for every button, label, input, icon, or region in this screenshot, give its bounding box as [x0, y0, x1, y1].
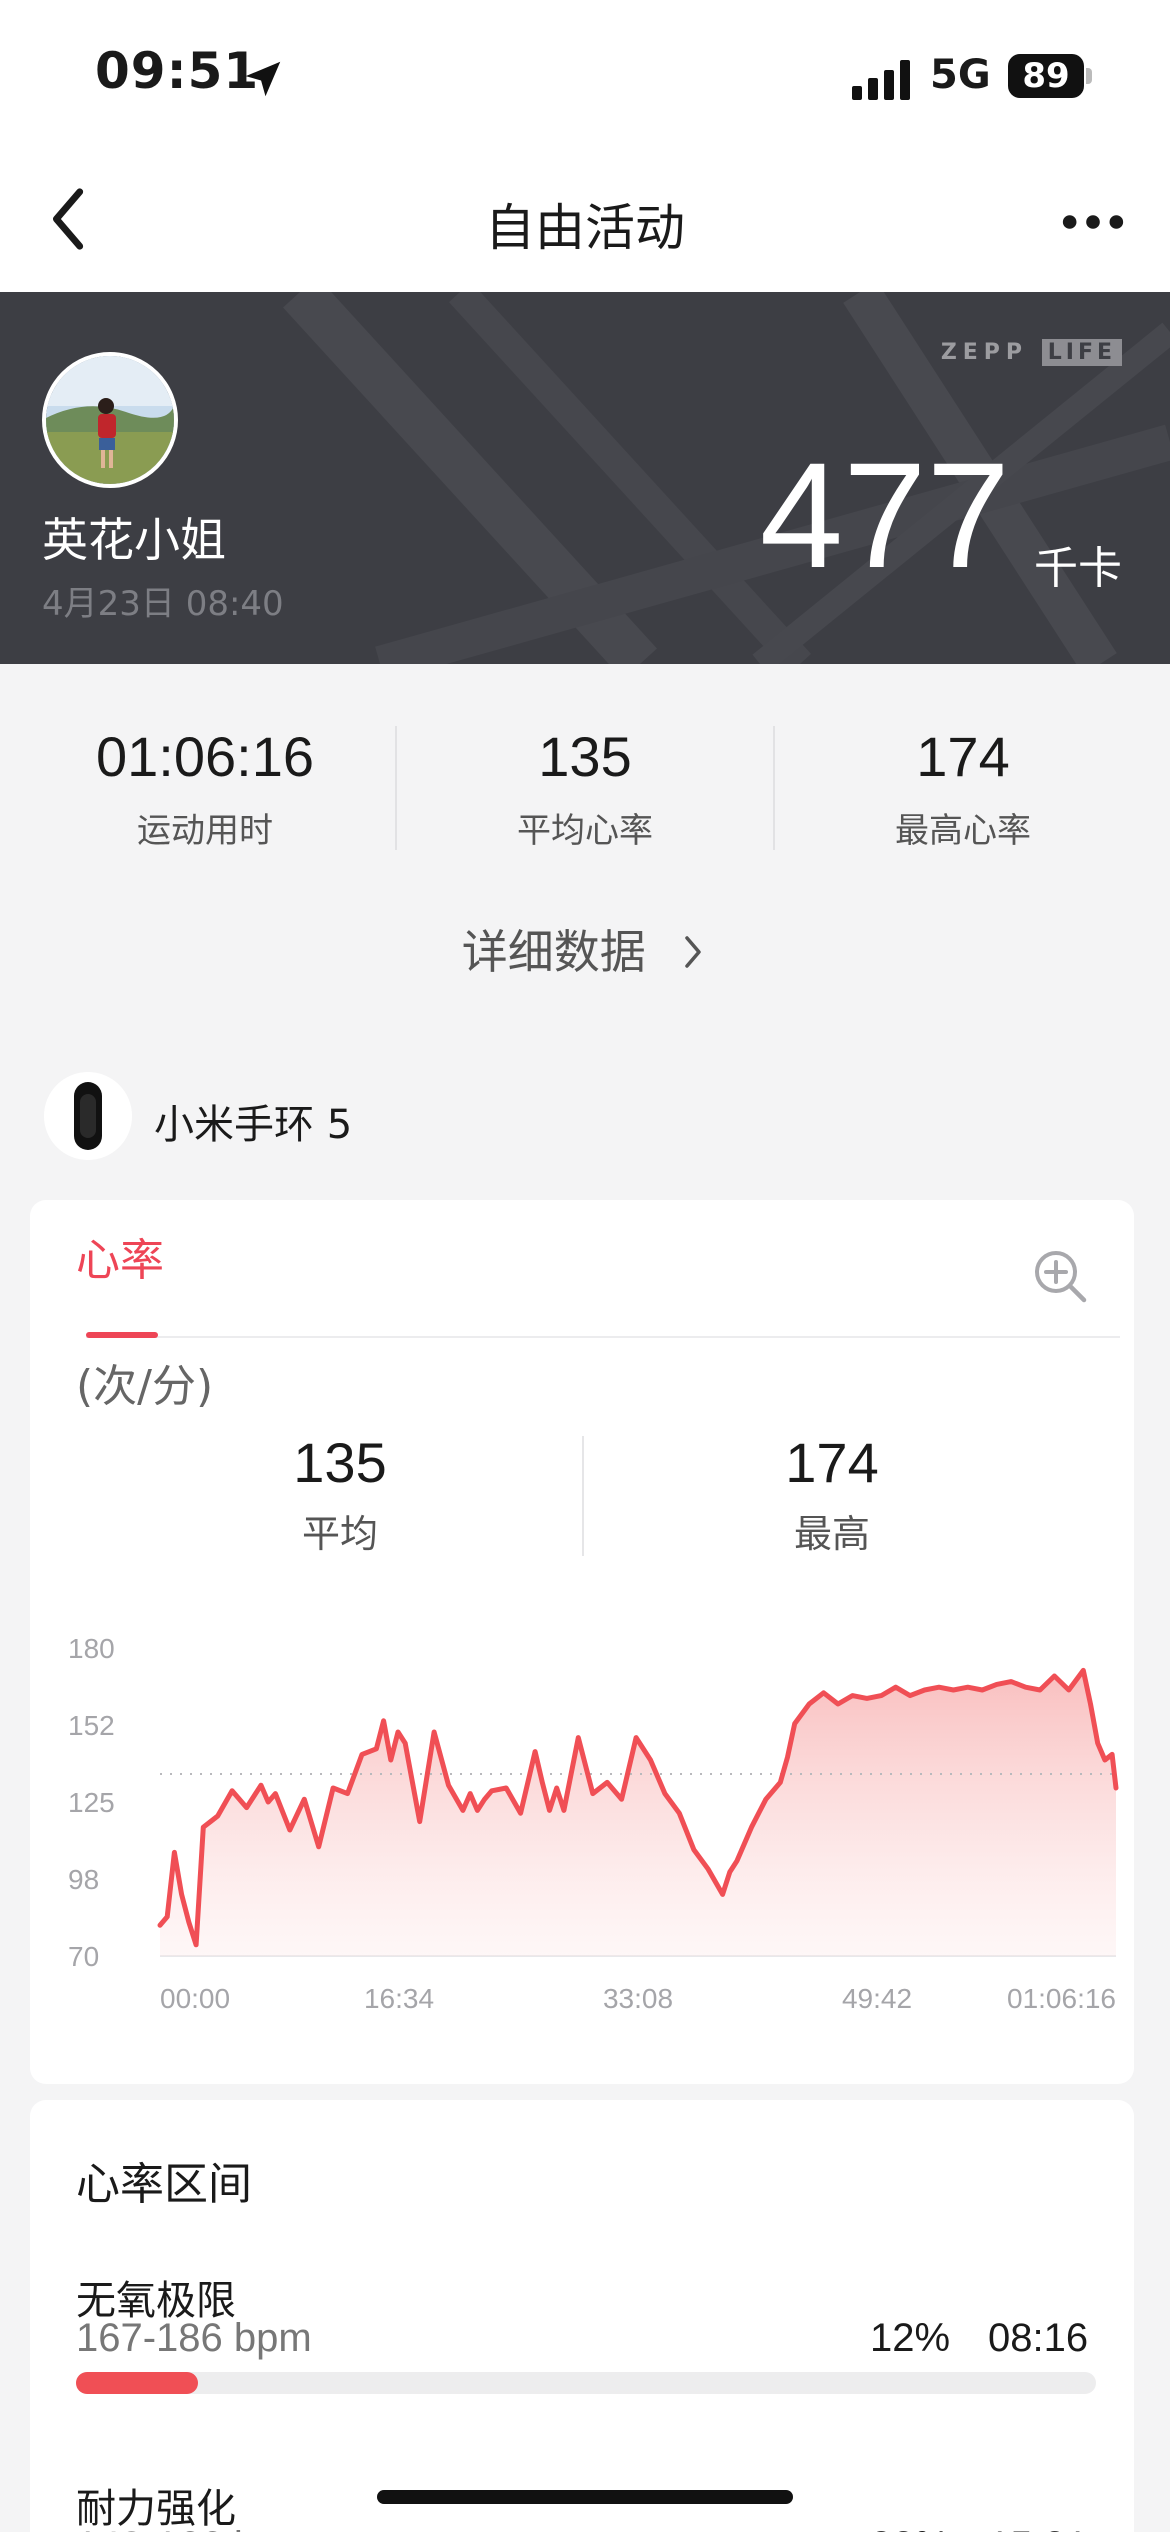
y-tick-label: 125 [68, 1787, 115, 1818]
location-arrow-icon [245, 61, 281, 97]
hr-average-stat: 135 平均 [90, 1430, 590, 1558]
status-time: 09:51 [95, 42, 260, 100]
x-tick-label: 01:06:16 [1007, 1983, 1116, 2014]
tab-heart-rate[interactable]: 心率 [76, 1224, 164, 1288]
zone-range: 148-166 bpm [76, 2524, 312, 2532]
duration-label: 运动用时 [137, 811, 273, 851]
hr-max-value: 174 [785, 1431, 879, 1494]
zone-progress-fill [76, 2372, 199, 2394]
y-tick-label: 152 [68, 1710, 115, 1741]
x-tick-label: 33:08 [603, 1983, 673, 2014]
y-tick-label: 98 [68, 1864, 99, 1895]
zone-time: 15:31 [988, 2524, 1088, 2532]
heart-rate-zones-card: 心率区间 无氧极限 167-186 bpm 12% 08:16 耐力强化 148… [30, 2100, 1134, 2532]
zone-percent: 12% [870, 2316, 951, 2360]
cellular-signal-icon [852, 60, 910, 100]
brand-logo: ZEPP LIFE [941, 339, 1122, 366]
device-row[interactable]: 小米手环 5 [44, 1072, 744, 1162]
hr-average-label: 平均 [301, 1512, 378, 1556]
activity-hero: ZEPP LIFE 英花小姐 4月23日 08:40 477 千卡 [0, 292, 1170, 664]
activity-date: 4月23日 08:40 [42, 584, 284, 624]
zone-time: 08:16 [988, 2316, 1089, 2360]
battery-level: 89 [1022, 56, 1070, 96]
x-tick-label: 49:42 [842, 1983, 912, 2014]
hr-max-stat: 174 最高 [582, 1430, 1082, 1558]
hr-max-label: 最高 [793, 1512, 870, 1556]
stat-avg-hr: 135 平均心率 [395, 724, 775, 852]
battery-cap [1086, 68, 1092, 84]
calories-value: 477 [759, 431, 1010, 599]
more-options-icon[interactable] [1058, 192, 1128, 252]
hr-average-value: 135 [293, 1431, 387, 1494]
summary-stats: 01:06:16 运动用时 135 平均心率 174 最高心率 详细数据 [0, 664, 1170, 1044]
status-bar: 09:51 5G 89 [0, 0, 1170, 150]
zone-range: 167-186 bpm [76, 2316, 312, 2360]
tab-active-indicator [86, 1332, 158, 1338]
zone-percent: 23% [870, 2524, 950, 2532]
stat-duration: 01:06:16 运动用时 [15, 724, 395, 852]
avatar[interactable] [42, 352, 178, 488]
heart-rate-card: 心率 (次/分) 135 平均 174 最高 180 152 125 98 70 00:0… [30, 1200, 1134, 2084]
nav-bar: 自由活动 [0, 150, 1170, 292]
battery-icon: 89 [1008, 54, 1084, 98]
y-tick-label: 180 [68, 1633, 115, 1664]
zone-progress-track [76, 2372, 1096, 2394]
x-tick-label: 00:00 [160, 1983, 230, 2014]
duration-value: 01:06:16 [96, 725, 314, 788]
calories-unit: 千卡 [1034, 543, 1122, 594]
detail-data-link[interactable]: 详细数据 [0, 916, 1170, 982]
stat-max-hr: 174 最高心率 [773, 724, 1153, 852]
zones-title: 心率区间 [76, 2159, 252, 2210]
heart-rate-chart: 180 152 125 98 70 00:00 16:34 33:08 49:42 01:06:1… [68, 1633, 1119, 2014]
fitness-band-icon [44, 1072, 132, 1160]
avg-hr-label: 平均心率 [517, 811, 653, 851]
tab-divider [86, 1336, 1120, 1338]
avg-hr-value: 135 [538, 725, 632, 788]
detail-link-label: 详细数据 [461, 925, 646, 979]
y-tick-label: 70 [68, 1941, 99, 1972]
device-name: 小米手环 5 [154, 1102, 353, 1148]
zoom-in-icon[interactable] [1030, 1246, 1090, 1306]
user-name: 英花小姐 [42, 513, 226, 567]
max-hr-label: 最高心率 [895, 811, 1031, 851]
max-hr-value: 174 [916, 725, 1010, 788]
hr-unit-label: (次/分) [76, 1361, 214, 1412]
home-indicator[interactable] [377, 2490, 793, 2504]
x-tick-label: 16:34 [364, 1983, 434, 2014]
chevron-right-icon [685, 936, 702, 968]
page-title: 自由活动 [485, 199, 685, 257]
heart-rate-area [160, 1670, 1116, 1956]
avatar-photo [46, 356, 174, 484]
network-type: 5G [930, 52, 991, 98]
